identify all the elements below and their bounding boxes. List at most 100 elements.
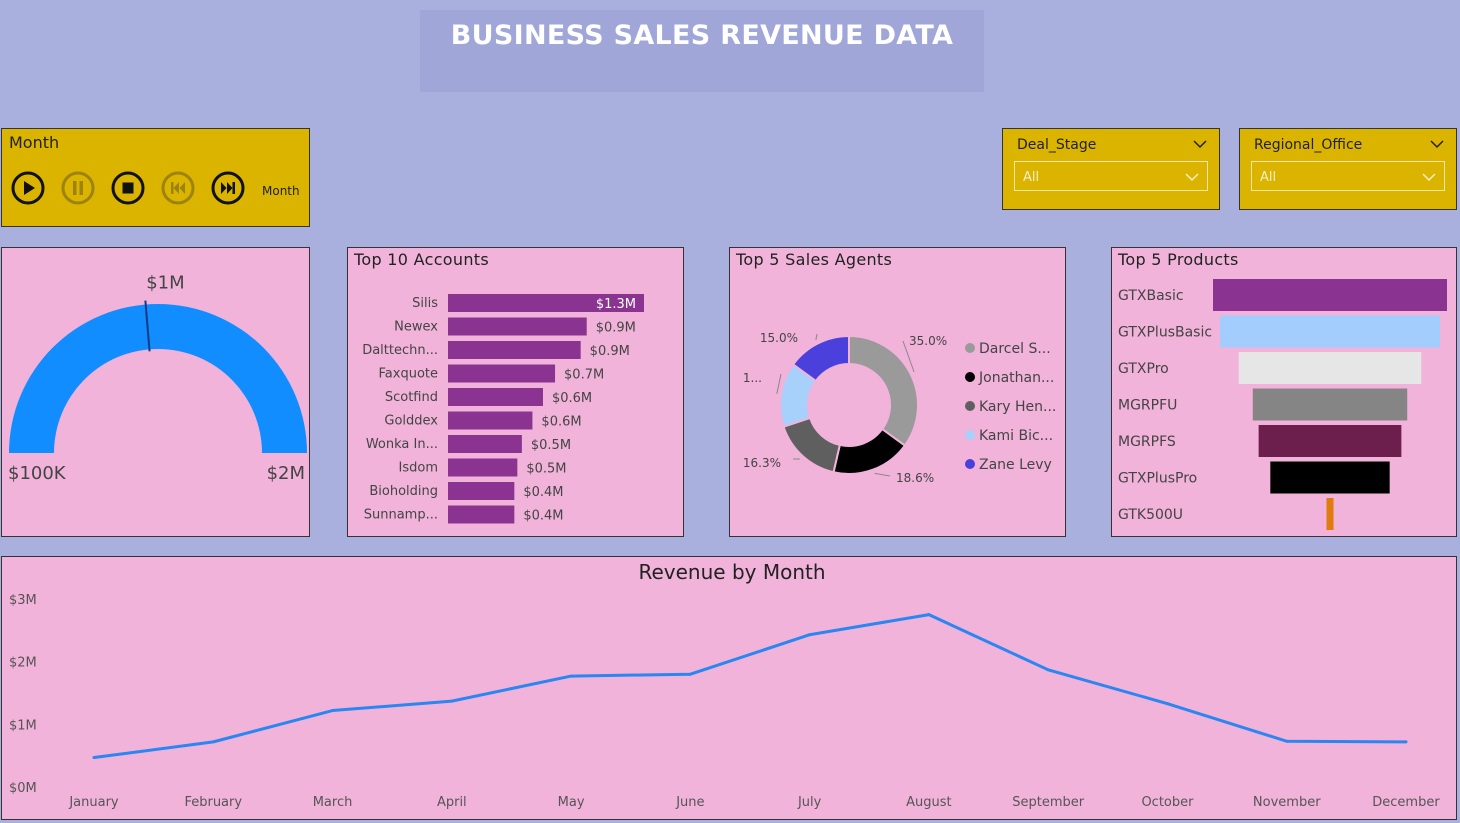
- month-player-label: Month: [262, 184, 300, 198]
- donut-data-label: 35.0%: [909, 334, 947, 348]
- gauge-min-label: $100K: [8, 463, 67, 484]
- donut-slice[interactable]: [782, 416, 842, 474]
- sales-agents-panel: Top 5 Sales Agents 35.0% Darcel S... 18.6%…: [729, 247, 1066, 537]
- month-player-title: Month: [9, 133, 60, 152]
- chevron-down-icon: [1185, 173, 1199, 182]
- top-products-funnel: GTXBasic GTXPlusBasic GTXPro MGRPFU MGRPFS GT…: [1118, 279, 1447, 530]
- chevron-down-icon[interactable]: [1430, 139, 1444, 149]
- product-funnel-bar[interactable]: [1220, 315, 1440, 348]
- account-label: Newex: [394, 320, 438, 335]
- skip-back-icon[interactable]: [161, 171, 195, 205]
- donut-data-label: 16.3%: [743, 456, 781, 470]
- product-label: GTXBasic: [1118, 288, 1184, 304]
- product-funnel-bar[interactable]: [1238, 352, 1422, 384]
- account-label: Golddex: [384, 414, 438, 429]
- revenue-gauge-panel: $1M $100K $2M: [1, 247, 310, 537]
- account-bar[interactable]: [448, 435, 522, 453]
- product-funnel-bar[interactable]: [1326, 498, 1334, 530]
- donut-data-label: 18.6%: [896, 471, 934, 485]
- legend-label[interactable]: Zane Levy: [979, 457, 1052, 473]
- legend-marker: [965, 430, 975, 440]
- product-funnel-bar[interactable]: [1258, 425, 1402, 457]
- product-funnel-bar[interactable]: [1252, 388, 1408, 421]
- account-label: Scotfind: [385, 390, 438, 405]
- revenue-point[interactable]: [808, 633, 812, 637]
- x-tick-label: December: [1372, 795, 1440, 810]
- revenue-point[interactable]: [688, 672, 692, 676]
- stop-icon[interactable]: [111, 171, 145, 205]
- legend-label[interactable]: Jonathan...: [978, 370, 1054, 386]
- deal-stage-value: All: [1023, 170, 1040, 185]
- revenue-point[interactable]: [211, 740, 215, 744]
- donut-leader-line: [776, 373, 782, 394]
- skip-forward-icon[interactable]: [211, 171, 245, 205]
- play-icon[interactable]: [11, 171, 45, 205]
- x-tick-label: August: [906, 795, 952, 810]
- deal-stage-slicer: Deal_Stage All: [1002, 128, 1220, 210]
- regional-office-slicer: Regional_Office All: [1239, 128, 1457, 210]
- revenue-by-month-panel: Revenue by Month $0M $1M $2M $3M January Febr…: [1, 556, 1457, 820]
- account-label: Sunnamp...: [364, 508, 438, 523]
- chevron-down-icon: [1422, 173, 1436, 182]
- account-value-label: $0.7M: [564, 368, 604, 383]
- product-label: MGRPFU: [1118, 398, 1177, 414]
- account-value-label: $0.9M: [590, 344, 630, 359]
- product-label: MGRPFS: [1118, 434, 1176, 450]
- regional-office-label: Regional_Office: [1254, 137, 1363, 153]
- revenue-point[interactable]: [450, 699, 454, 703]
- y-tick-label: $2M: [9, 656, 37, 671]
- account-value-label: $1.3M: [596, 297, 636, 312]
- regional-office-dropdown[interactable]: All: [1251, 161, 1445, 191]
- legend-label[interactable]: Kary Hen...: [979, 399, 1056, 415]
- revenue-point[interactable]: [1165, 702, 1169, 706]
- account-bar[interactable]: [448, 388, 543, 406]
- product-label: GTXPlusPro: [1118, 471, 1197, 487]
- account-label: Wonka In...: [366, 437, 438, 452]
- account-bar[interactable]: [448, 341, 581, 359]
- report-title-box: BUSINESS SALES REVENUE DATA: [420, 10, 984, 92]
- report-title: BUSINESS SALES REVENUE DATA: [450, 20, 954, 51]
- revenue-point[interactable]: [1046, 668, 1050, 672]
- revenue-gauge[interactable]: $1M $100K $2M: [2, 248, 309, 536]
- x-tick-label: February: [184, 795, 242, 810]
- x-tick-label: September: [1012, 795, 1085, 810]
- x-tick-label: May: [558, 795, 585, 810]
- x-tick-label: November: [1253, 795, 1321, 810]
- y-tick-label: $0M: [9, 781, 37, 796]
- month-play-axis: Month Month: [1, 128, 310, 227]
- account-label: Faxquote: [379, 367, 438, 382]
- account-bar[interactable]: [448, 317, 587, 336]
- revenue-point[interactable]: [569, 674, 573, 678]
- product-funnel-bar[interactable]: [1270, 461, 1390, 494]
- donut-data-label: 15.0%: [760, 331, 798, 345]
- legend-label[interactable]: Kami Bic...: [979, 428, 1053, 444]
- account-bar[interactable]: [448, 364, 556, 383]
- x-tick-label: July: [797, 795, 822, 810]
- revenue-point[interactable]: [927, 613, 931, 617]
- x-tick-label: April: [437, 795, 467, 810]
- donut-leader-line: [815, 333, 818, 341]
- chevron-down-icon[interactable]: [1193, 139, 1207, 149]
- donut-data-label: 1...: [743, 371, 762, 385]
- deal-stage-dropdown[interactable]: All: [1014, 161, 1208, 191]
- account-value-label: $0.6M: [541, 415, 581, 430]
- account-bar[interactable]: [448, 458, 518, 477]
- revenue-point[interactable]: [1285, 739, 1289, 743]
- account-value-label: $0.5M: [526, 462, 566, 477]
- account-value-label: $0.6M: [552, 391, 592, 406]
- account-bar[interactable]: [448, 411, 533, 430]
- top-accounts-panel: Top 10 Accounts Silis $1.3M Newex $0.9M Dalt…: [347, 247, 684, 537]
- revenue-line[interactable]: [93, 613, 1407, 760]
- product-funnel-bar[interactable]: [1213, 279, 1447, 311]
- account-bar[interactable]: [448, 482, 515, 500]
- legend-marker: [965, 401, 975, 411]
- revenue-point[interactable]: [331, 709, 335, 713]
- product-label: GTK500U: [1118, 507, 1183, 523]
- legend-label[interactable]: Darcel S...: [979, 341, 1051, 357]
- account-bar[interactable]: [448, 505, 515, 524]
- revenue-point[interactable]: [1404, 740, 1408, 744]
- pause-icon[interactable]: [61, 171, 95, 205]
- product-label: GTXPro: [1118, 361, 1169, 377]
- revenue-point[interactable]: [92, 756, 96, 760]
- top-accounts-chart: Silis $1.3M Newex $0.9M Dalttechn... $0.9M Fax…: [362, 294, 644, 524]
